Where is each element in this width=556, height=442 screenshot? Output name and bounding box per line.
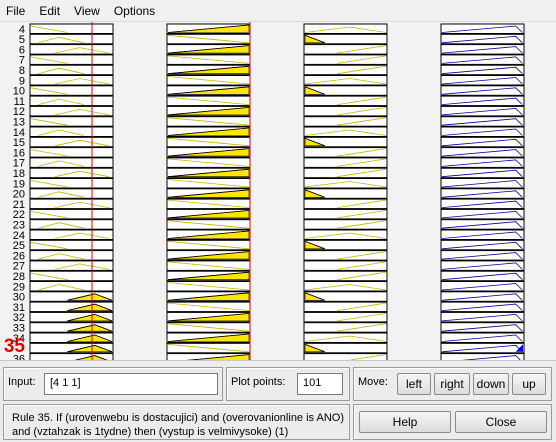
rule-status-group: Rule 35. If (urovenwebu is dostacujici) …	[3, 404, 350, 440]
mf-cell	[29, 147, 114, 158]
mf-cell	[303, 250, 388, 261]
mf-cell	[29, 239, 114, 251]
mf-cell	[29, 95, 114, 107]
input-label: Input:	[8, 376, 36, 388]
menu-file[interactable]: File	[0, 0, 33, 22]
mf-cell	[29, 178, 114, 189]
rule-number-label: 36	[13, 353, 25, 360]
mf-cell	[303, 311, 388, 323]
mf-cell	[303, 301, 388, 313]
mf-cell	[303, 260, 388, 271]
plot-points-field[interactable]: 101	[297, 373, 343, 395]
mf-cell	[29, 270, 114, 282]
mf-cell	[29, 23, 114, 34]
move-left-button[interactable]: left	[397, 373, 431, 395]
rule-viewer-plot-area: 4 5 6 7 8 9 10 11 12 13 14 15 16 17 18 19 20 21 22 23 24 25 26…	[0, 22, 556, 360]
move-up-button[interactable]: up	[512, 373, 546, 395]
rule-plots: 4567891011121314151617181920212223242526…	[4, 22, 525, 360]
mf-cell	[29, 157, 114, 168]
mf-cell	[303, 178, 388, 189]
move-group: Move: left right down up	[353, 367, 552, 401]
mf-cell	[29, 208, 114, 220]
input-group: Input: [4 1 1]	[3, 367, 223, 401]
mf-cell	[29, 54, 114, 65]
mf-cell	[303, 332, 388, 343]
mf-cell	[29, 64, 114, 76]
mf-cell	[29, 126, 114, 137]
menu-edit[interactable]: Edit	[33, 0, 68, 22]
mf-cell	[303, 167, 388, 179]
mf-cell	[303, 157, 388, 168]
mf-cell	[29, 219, 114, 230]
mf-cell	[303, 44, 388, 55]
mf-cell	[303, 281, 388, 292]
mf-cell	[29, 85, 114, 96]
control-panel: Input: [4 1 1] Plot points: 101 Move: le…	[0, 360, 556, 442]
help-button[interactable]: Help	[359, 411, 451, 433]
mf-cell	[303, 126, 388, 137]
move-down-button[interactable]: down	[473, 373, 509, 395]
mf-cell	[303, 64, 388, 76]
menu-view[interactable]: View	[68, 0, 108, 22]
mf-cell	[303, 208, 388, 220]
mf-cell	[303, 219, 388, 230]
close-button[interactable]: Close	[455, 411, 547, 433]
mf-cell	[303, 116, 388, 127]
mf-cell	[303, 23, 388, 34]
mf-cell	[29, 33, 114, 45]
mf-cell	[29, 281, 114, 292]
move-label: Move:	[358, 376, 388, 388]
mf-cell	[29, 250, 114, 261]
mf-cell	[303, 105, 388, 117]
mf-cell	[303, 147, 388, 158]
menu-bar: File Edit View Options	[0, 0, 556, 22]
mf-cell	[303, 229, 388, 240]
plot-points-label: Plot points:	[231, 376, 286, 388]
mf-cell	[29, 116, 114, 127]
mf-cell	[29, 188, 114, 199]
plot-points-group: Plot points: 101	[226, 367, 350, 401]
rule-status-text: Rule 35. If (urovenwebu is dostacujici) …	[12, 412, 344, 438]
mf-cell	[303, 198, 388, 210]
mf-cell	[303, 54, 388, 65]
mf-cell	[303, 322, 388, 333]
mf-cell	[303, 75, 388, 86]
move-right-button[interactable]: right	[434, 373, 470, 395]
help-close-group: Help Close	[353, 404, 552, 440]
menu-options[interactable]: Options	[108, 0, 163, 22]
mf-cell	[303, 270, 388, 282]
input-field[interactable]: [4 1 1]	[44, 373, 218, 395]
mf-cell	[303, 95, 388, 107]
